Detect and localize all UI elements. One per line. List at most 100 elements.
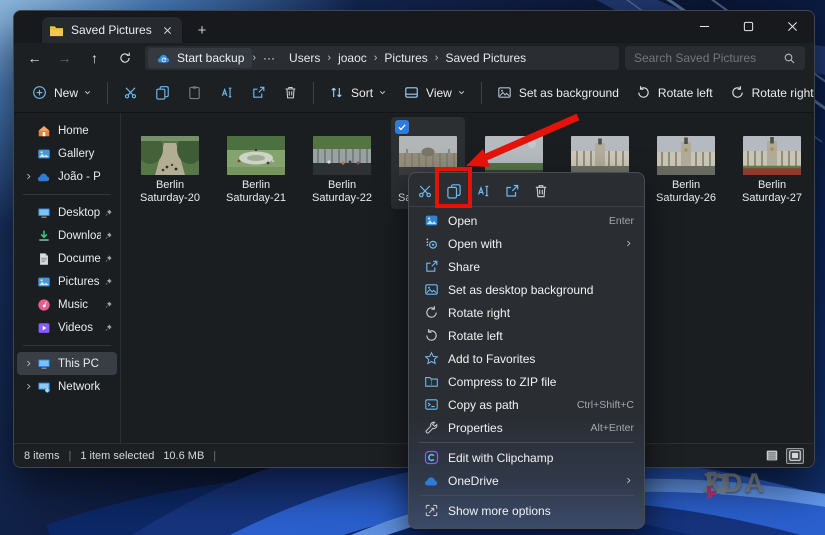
file-tile-berlin-saturday-26[interactable]: BerlinSaturday-26 — [649, 117, 723, 209]
search-box[interactable] — [625, 46, 805, 70]
close-button[interactable] — [770, 11, 814, 41]
onedrive-sync-icon — [156, 52, 171, 64]
file-tile-berlin-saturday-27[interactable]: BerlinSaturday-27 — [735, 117, 809, 209]
chevron-right-icon[interactable] — [22, 382, 35, 391]
this-pc-icon — [35, 357, 52, 371]
file-name: BerlinSaturday-27 — [735, 179, 809, 205]
breadcrumb-overflow[interactable]: ··· — [256, 51, 282, 65]
cut-button[interactable] — [115, 78, 146, 108]
start-backup-button[interactable]: Start backup — [148, 48, 252, 68]
pictures-icon — [35, 275, 52, 289]
navigation-bar: ← → ↑ Start backup › ··· Users › joaoc ›… — [14, 43, 814, 73]
address-bar[interactable]: Start backup › ··· Users › joaoc › Pictu… — [145, 46, 619, 70]
context-menu-icon-row — [409, 176, 644, 207]
context-menu-item-properties[interactable]: Properties Alt+Enter — [409, 416, 644, 439]
refresh-button[interactable] — [110, 45, 139, 71]
sidebar-item-desktop[interactable]: Desktop — [17, 201, 117, 224]
share-button[interactable] — [243, 78, 274, 108]
music-icon — [35, 298, 52, 312]
context-menu-item-copy-as-path[interactable]: Copy as path Ctrl+Shift+C — [409, 393, 644, 416]
share-icon-button[interactable] — [504, 183, 520, 199]
context-menu-item-share[interactable]: Share — [409, 255, 644, 278]
sidebar-item-gallery[interactable]: Gallery — [17, 142, 117, 165]
tab-close-icon[interactable] — [159, 22, 175, 38]
rotate-left-button[interactable]: Rotate left — [628, 78, 721, 108]
pin-icon — [101, 254, 114, 264]
toolbar-separator — [313, 82, 314, 104]
context-menu-item-open[interactable]: Open Enter — [409, 209, 644, 232]
selection-checkbox[interactable] — [395, 120, 409, 134]
view-button[interactable]: View — [396, 78, 474, 108]
context-menu-item-show-more-options[interactable]: Show more options — [409, 499, 644, 522]
up-button[interactable]: ↑ — [80, 45, 109, 71]
set-as-background-button[interactable]: Set as background — [489, 78, 627, 108]
context-menu-item-edit-with-clipchamp[interactable]: Edit with Clipchamp — [409, 446, 644, 469]
sidebar: Home Gallery João - Personal Desktop — [14, 113, 121, 443]
new-button[interactable]: New — [24, 78, 100, 108]
context-menu-item-set-as-desktop-background[interactable]: Set as desktop background — [409, 278, 644, 301]
maximize-button[interactable] — [726, 11, 770, 41]
breadcrumb-users[interactable]: Users — [282, 51, 327, 65]
file-tile-berlin-saturday-22[interactable]: BerlinSaturday-22 — [305, 117, 379, 209]
copy-icon-button[interactable] — [446, 183, 462, 199]
file-tile-berlin-saturday-21[interactable]: BerlinSaturday-21 — [219, 117, 293, 209]
sidebar-item-pictures[interactable]: Pictures — [17, 270, 117, 293]
thumbnail-view-button[interactable] — [786, 448, 804, 464]
details-view-button[interactable] — [763, 448, 781, 464]
desktop-icon — [35, 206, 52, 220]
context-menu-item-open-with[interactable]: Open with — [409, 232, 644, 255]
context-menu-item-add-to-favorites[interactable]: Add to Favorites — [409, 347, 644, 370]
menu-separator — [419, 495, 634, 496]
breadcrumb-joaoc[interactable]: joaoc — [331, 51, 374, 65]
chevron-right-icon[interactable] — [22, 172, 35, 181]
context-menu-item-onedrive[interactable]: OneDrive — [409, 469, 644, 492]
context-menu-item-compress-to-zip[interactable]: Compress to ZIP file — [409, 370, 644, 393]
file-thumbnail — [141, 136, 199, 175]
onedrive-cloud-icon — [35, 171, 52, 183]
rotate-right-button[interactable]: Rotate right — [722, 78, 815, 108]
selected-count: 1 item selected — [80, 450, 154, 462]
copy-as-path-icon — [423, 397, 439, 412]
search-input[interactable] — [634, 51, 783, 65]
forward-button[interactable]: → — [50, 45, 79, 71]
chevron-right-icon[interactable] — [22, 359, 35, 368]
toolbar-separator — [481, 82, 482, 104]
back-button[interactable]: ← — [20, 45, 49, 71]
rename-button[interactable] — [211, 78, 242, 108]
sort-button[interactable]: Sort — [321, 78, 395, 108]
tab-saved-pictures[interactable]: Saved Pictures — [42, 17, 182, 43]
copy-button[interactable] — [147, 78, 178, 108]
cut-icon-button[interactable] — [417, 183, 433, 199]
context-menu-item-rotate-right[interactable]: Rotate right — [409, 301, 644, 324]
downloads-icon — [35, 229, 52, 243]
documents-icon — [35, 252, 52, 266]
sidebar-item-videos[interactable]: Videos — [17, 316, 117, 339]
sidebar-item-onedrive-personal[interactable]: João - Personal — [17, 165, 117, 188]
delete-icon-button[interactable] — [533, 183, 549, 199]
minimize-button[interactable] — [682, 11, 726, 41]
sidebar-item-documents[interactable]: Documents — [17, 247, 117, 270]
rotate-left-icon — [423, 328, 439, 343]
delete-button[interactable] — [275, 78, 306, 108]
pin-icon — [101, 323, 114, 333]
cut-icon — [123, 85, 138, 100]
image-icon — [423, 282, 439, 297]
sidebar-item-home[interactable]: Home — [17, 119, 117, 142]
clipchamp-icon — [423, 450, 439, 465]
breadcrumb-saved-pictures[interactable]: Saved Pictures — [438, 51, 533, 65]
sidebar-item-downloads[interactable]: Downloads — [17, 224, 117, 247]
new-tab-button[interactable]: + — [190, 18, 214, 42]
menu-separator — [419, 442, 634, 443]
file-name: BerlinSaturday-21 — [219, 179, 293, 205]
file-tile-berlin-saturday-20[interactable]: BerlinSaturday-20 — [133, 117, 207, 209]
sidebar-item-network[interactable]: Network — [17, 375, 117, 398]
submenu-chevron-icon — [623, 476, 634, 485]
rename-icon-button[interactable] — [475, 183, 491, 199]
breadcrumb-pictures[interactable]: Pictures — [377, 51, 434, 65]
paste-button[interactable] — [179, 78, 210, 108]
rotate-right-icon — [423, 305, 439, 320]
context-menu-item-rotate-left[interactable]: Rotate left — [409, 324, 644, 347]
sidebar-item-music[interactable]: Music — [17, 293, 117, 316]
sidebar-item-this-pc[interactable]: This PC — [17, 352, 117, 375]
rotate-left-icon — [636, 85, 651, 100]
